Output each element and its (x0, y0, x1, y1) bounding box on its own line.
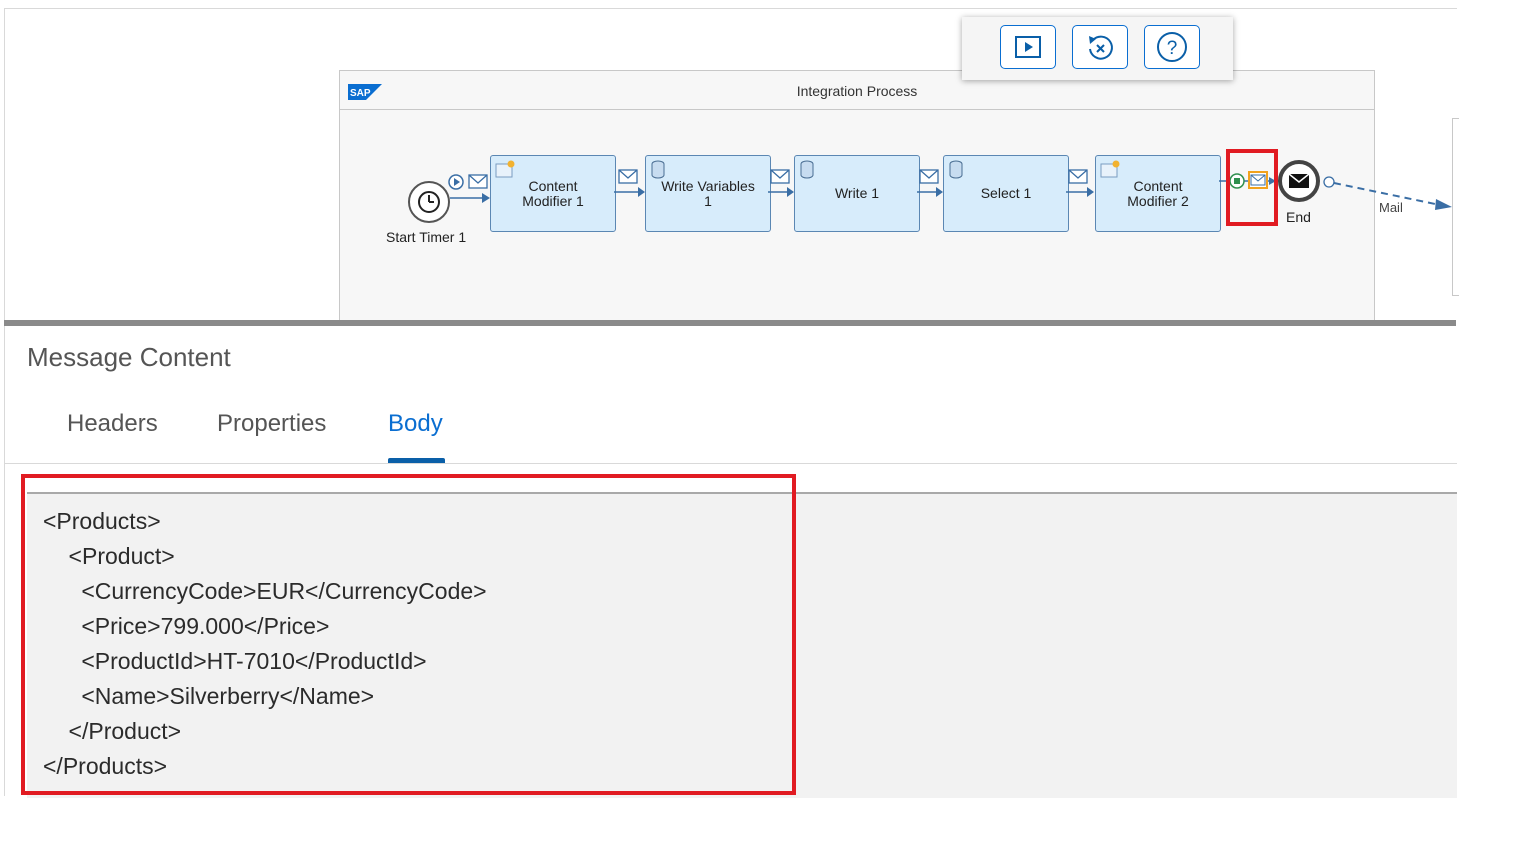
step-label: Content Modifier 1 (522, 177, 584, 209)
step-label: Write 1 (834, 185, 880, 201)
end-label: End (1286, 209, 1311, 225)
content-modifier-icon (495, 160, 515, 178)
step-write-variables-1[interactable]: Write Variables 1 (645, 155, 771, 232)
step-label: Content Modifier 2 (1127, 177, 1189, 209)
tab-body[interactable]: Body (388, 410, 443, 438)
receiver-participant[interactable] (1452, 118, 1459, 296)
tab-headers[interactable]: Headers (67, 410, 158, 438)
message-flow-connector[interactable] (768, 168, 796, 200)
step-write-1[interactable]: Write 1 (794, 155, 920, 232)
step-content-modifier-2[interactable]: Content Modifier 2 (1095, 155, 1221, 232)
step-label: Select 1 (980, 185, 1032, 201)
message-flow-connector[interactable] (1066, 168, 1096, 200)
message-flow-connector[interactable] (614, 168, 646, 200)
highlight-box (21, 474, 796, 795)
reset-simulation-button[interactable] (1072, 25, 1128, 69)
active-tab-indicator (388, 458, 445, 463)
step-content-modifier-1[interactable]: Content Modifier 1 (490, 155, 616, 232)
message-flow-connector[interactable] (917, 168, 945, 200)
help-button[interactable]: ? (1144, 25, 1200, 69)
datastore-icon (949, 160, 963, 179)
start-connector (448, 174, 490, 203)
simulation-toolbar: ? (962, 17, 1233, 80)
highlight-box (1226, 149, 1278, 226)
content-modifier-icon (1100, 160, 1120, 178)
pool-title: Integration Process (796, 83, 918, 99)
tab-properties[interactable]: Properties (217, 410, 326, 438)
reset-icon (1089, 35, 1113, 60)
run-simulation-button[interactable] (1000, 25, 1056, 69)
mail-label: Mail (1379, 200, 1403, 215)
start-timer-label: Start Timer 1 (386, 229, 467, 245)
datastore-icon (800, 160, 814, 179)
tab-bar-divider (5, 463, 1457, 464)
end-event[interactable] (1277, 159, 1323, 205)
help-icon: ? (1157, 32, 1187, 62)
svg-text:?: ? (1167, 38, 1178, 59)
panel-title: Message Content (27, 342, 231, 372)
step-select-1[interactable]: Select 1 (943, 155, 1069, 232)
step-label: Write Variables 1 (661, 177, 755, 209)
run-icon (1015, 36, 1041, 58)
datastore-icon (651, 160, 665, 179)
